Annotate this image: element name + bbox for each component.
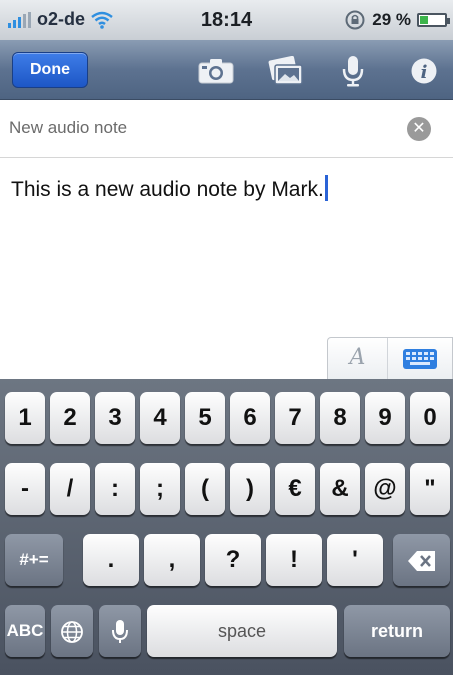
microphone-icon[interactable] bbox=[333, 54, 373, 88]
rotation-lock-icon bbox=[345, 10, 365, 30]
return-key[interactable]: return bbox=[344, 605, 450, 657]
info-icon[interactable]: i bbox=[404, 54, 444, 88]
key-open-paren[interactable]: ( bbox=[185, 463, 225, 515]
key-close-paren[interactable]: ) bbox=[230, 463, 270, 515]
backspace-icon bbox=[407, 550, 435, 571]
key-5[interactable]: 5 bbox=[185, 392, 225, 444]
key-4[interactable]: 4 bbox=[140, 392, 180, 444]
key-quote[interactable]: " bbox=[410, 463, 450, 515]
key-semicolon[interactable]: ; bbox=[140, 463, 180, 515]
key-apostrophe[interactable]: ' bbox=[327, 534, 383, 586]
key-9[interactable]: 9 bbox=[365, 392, 405, 444]
key-question[interactable]: ? bbox=[205, 534, 261, 586]
key-2[interactable]: 2 bbox=[50, 392, 90, 444]
clear-title-icon[interactable]: ✕ bbox=[407, 117, 431, 141]
key-at[interactable]: @ bbox=[365, 463, 405, 515]
backspace-key[interactable] bbox=[393, 534, 450, 586]
keyboard: 1 2 3 4 5 6 7 8 9 0 - / : ; ( ) € & @ " … bbox=[0, 379, 453, 675]
key-comma[interactable]: , bbox=[144, 534, 200, 586]
note-body-content: This is a new audio note by Mark. bbox=[11, 178, 324, 201]
key-exclamation[interactable]: ! bbox=[266, 534, 322, 586]
keyboard-icon[interactable] bbox=[388, 338, 452, 379]
text-style-button[interactable]: A bbox=[328, 338, 388, 379]
key-6[interactable]: 6 bbox=[230, 392, 270, 444]
format-toggle: A bbox=[327, 337, 453, 379]
key-colon[interactable]: : bbox=[95, 463, 135, 515]
key-0[interactable]: 0 bbox=[410, 392, 450, 444]
note-title-row: New audio note ✕ bbox=[0, 100, 453, 158]
battery-icon bbox=[417, 13, 450, 27]
key-euro[interactable]: € bbox=[275, 463, 315, 515]
camera-icon[interactable] bbox=[196, 54, 236, 88]
photo-library-icon[interactable] bbox=[266, 54, 306, 88]
key-7[interactable]: 7 bbox=[275, 392, 315, 444]
key-hyphen[interactable]: - bbox=[5, 463, 45, 515]
key-ampersand[interactable]: & bbox=[320, 463, 360, 515]
globe-icon[interactable] bbox=[51, 605, 93, 657]
dictation-microphone-icon[interactable] bbox=[99, 605, 141, 657]
note-title-field[interactable]: New audio note bbox=[9, 118, 127, 138]
battery-fill bbox=[420, 16, 428, 24]
battery-percent: 29 % bbox=[372, 10, 411, 29]
note-body-text[interactable]: This is a new audio note by Mark. bbox=[11, 175, 328, 202]
done-button[interactable]: Done bbox=[12, 52, 88, 88]
key-8[interactable]: 8 bbox=[320, 392, 360, 444]
status-right: 29 % bbox=[344, 9, 450, 31]
key-slash[interactable]: / bbox=[50, 463, 90, 515]
key-1[interactable]: 1 bbox=[5, 392, 45, 444]
abc-key[interactable]: ABC bbox=[5, 605, 45, 657]
key-3[interactable]: 3 bbox=[95, 392, 135, 444]
symbols-toggle-key[interactable]: #+= bbox=[5, 534, 63, 586]
space-key[interactable]: space bbox=[147, 605, 337, 657]
toolbar: Done i bbox=[0, 40, 453, 100]
key-period[interactable]: . bbox=[83, 534, 139, 586]
text-cursor bbox=[324, 175, 328, 201]
status-bar: o2-de 18:14 29 % bbox=[0, 0, 453, 40]
svg-text:i: i bbox=[421, 62, 428, 83]
